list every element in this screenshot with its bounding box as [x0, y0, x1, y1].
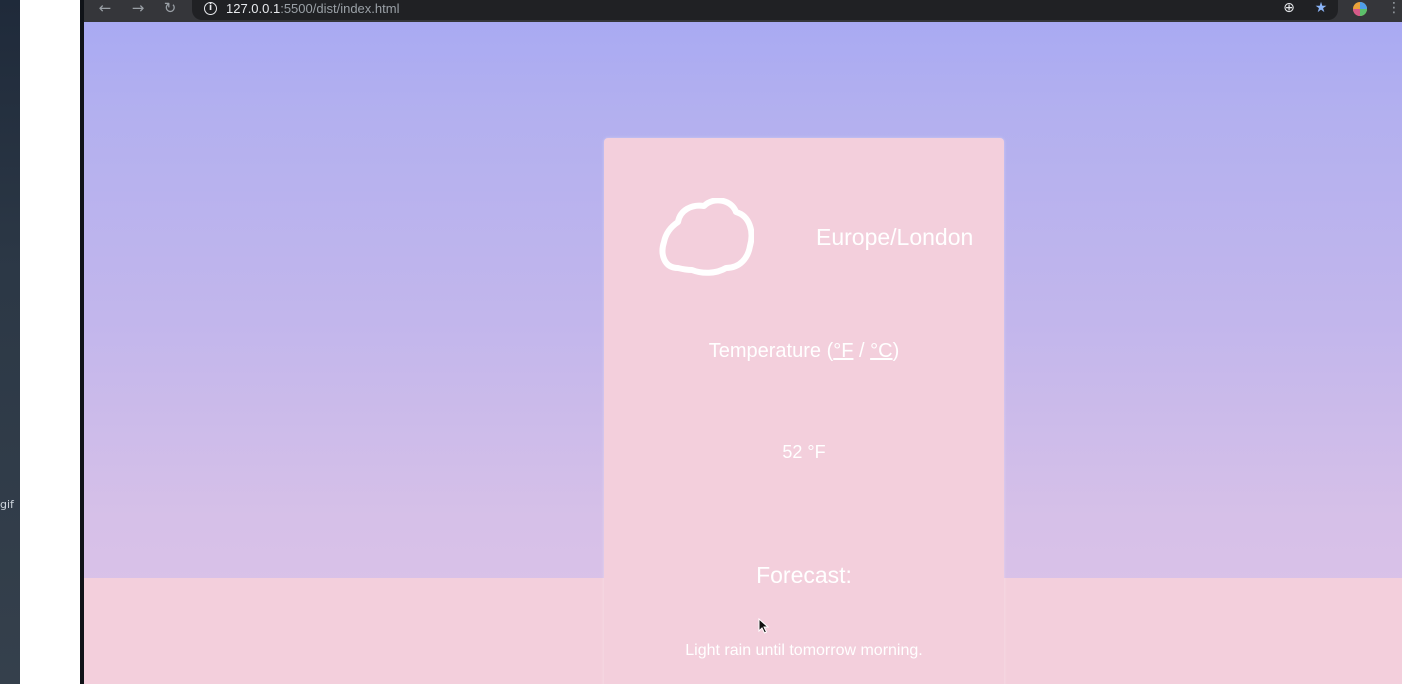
url-path: :5500/dist/index.html — [280, 1, 400, 16]
unit-separator: / — [853, 340, 871, 362]
reload-icon: ↻ — [163, 0, 177, 17]
adjacent-window-pane — [20, 0, 82, 684]
temperature-heading: Temperature (°F / °C) — [604, 340, 1004, 363]
forecast-heading: Forecast: — [756, 562, 852, 588]
star-icon[interactable]: ★ — [1311, 0, 1331, 18]
arrow-left-icon: ← — [98, 0, 112, 17]
forecast-text: Light rain until tomorrow morning. — [685, 642, 923, 659]
target-extension-icon[interactable]: ⊕ — [1279, 0, 1299, 18]
cloud-icon — [659, 198, 754, 276]
url-text[interactable]: 127.0.0.1:5500/dist/index.html — [226, 1, 399, 17]
back-button[interactable]: ← — [94, 0, 116, 18]
browser-toolbar: ← → ↻ i 127.0.0.1:5500/dist/index.html ⊕… — [84, 0, 1402, 22]
url-host: 127.0.0.1 — [226, 1, 281, 16]
arrow-right-icon: → — [131, 0, 145, 17]
temperature-value: 52 °F — [782, 442, 826, 462]
kebab-menu-icon[interactable]: ⋮ — [1384, 0, 1402, 18]
address-bar[interactable]: i 127.0.0.1:5500/dist/index.html — [192, 0, 1338, 20]
temperature-label-close: ) — [892, 340, 900, 362]
unit-fahrenheit-link[interactable]: °F — [833, 340, 853, 362]
mouse-cursor-icon — [758, 618, 770, 634]
desktop-file-label: gif — [0, 498, 14, 511]
forward-button[interactable]: → — [127, 0, 149, 18]
info-icon[interactable]: i — [204, 2, 217, 15]
location-name: Europe/London — [816, 224, 974, 250]
weather-card: Europe/London Temperature (°F / °C) 52 °… — [604, 138, 1004, 684]
reload-button[interactable]: ↻ — [159, 0, 181, 18]
color-wheel-icon[interactable] — [1350, 0, 1370, 18]
page-background: Europe/London Temperature (°F / °C) 52 °… — [84, 22, 1402, 684]
desktop-background — [0, 0, 20, 684]
temperature-label: Temperature ( — [708, 340, 834, 362]
unit-celsius-link[interactable]: °C — [870, 340, 892, 362]
